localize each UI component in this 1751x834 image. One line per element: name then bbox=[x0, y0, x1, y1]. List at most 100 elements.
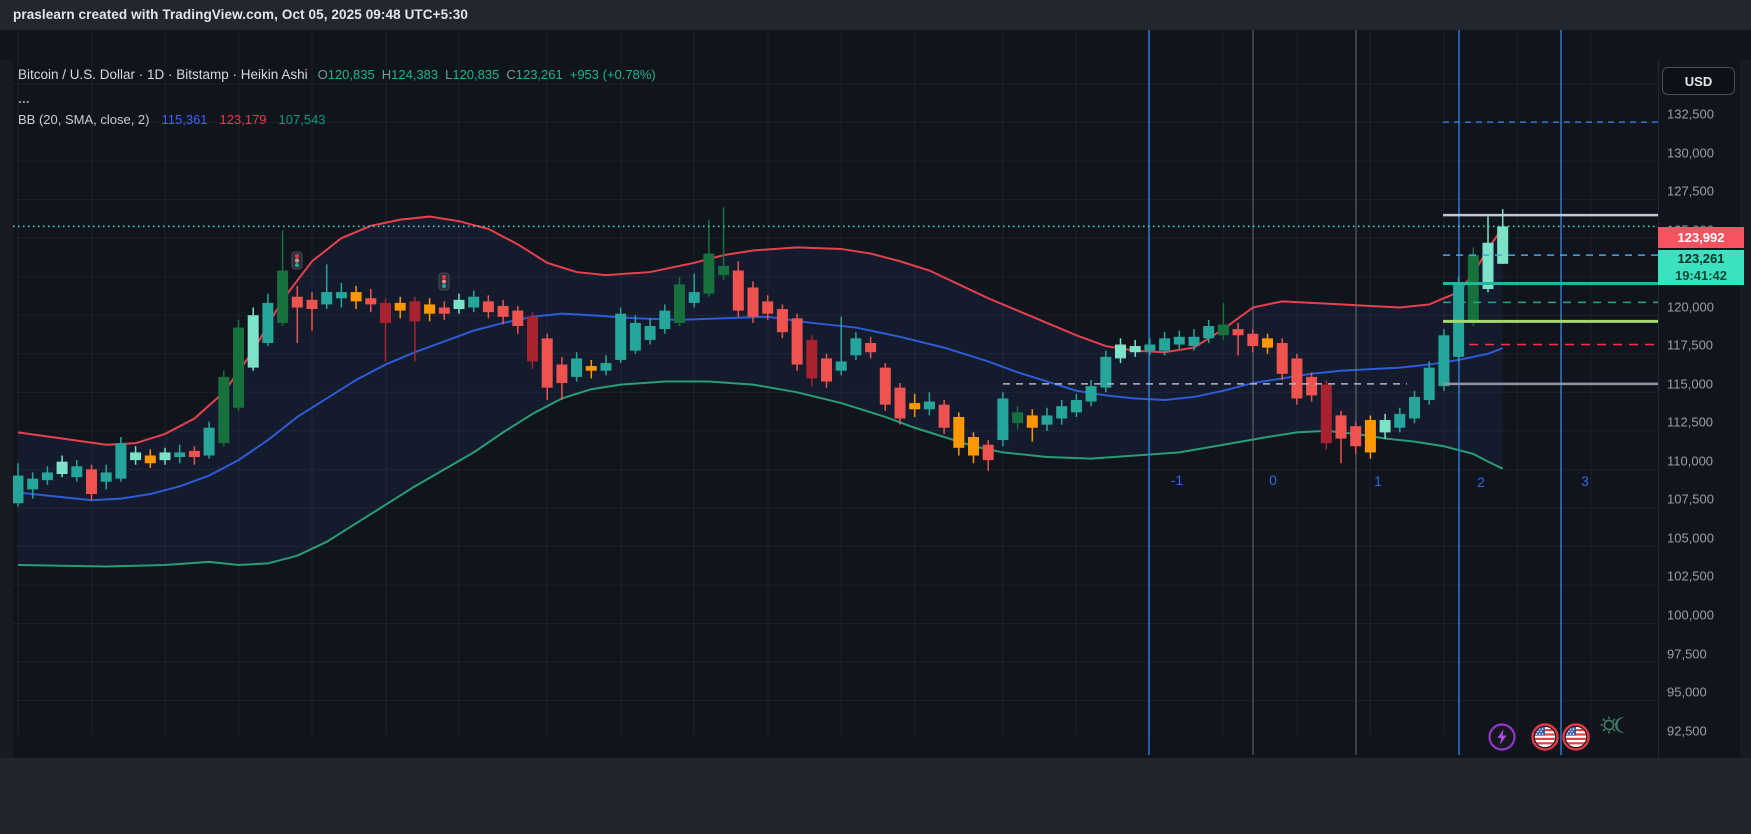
candle-body bbox=[56, 461, 68, 474]
crypto-event-lightning-icon bbox=[1488, 723, 1516, 751]
candle-body bbox=[1085, 386, 1097, 402]
signal-dot-amber bbox=[442, 279, 446, 284]
ohlc-values: O120,835 H124,383 L120,835 C123,261 +953 (+0… bbox=[318, 67, 656, 82]
candle-body bbox=[1320, 384, 1332, 444]
open-value: 120,835 bbox=[327, 67, 375, 82]
candle-body bbox=[821, 358, 832, 382]
candle-body bbox=[12, 475, 24, 504]
price-axis-label: 100,000 bbox=[1667, 607, 1714, 623]
candle-body bbox=[1306, 376, 1318, 396]
candle-body bbox=[615, 313, 627, 360]
bb-upper-value: 123,179 bbox=[219, 111, 267, 127]
projection-number-label[interactable]: 3 bbox=[1581, 473, 1589, 489]
candle-body bbox=[1217, 324, 1229, 336]
candle-body bbox=[982, 444, 994, 461]
candle-body bbox=[1423, 367, 1435, 401]
candle-body bbox=[776, 309, 788, 333]
candle-body bbox=[585, 366, 597, 371]
price-axis-label: 115,000 bbox=[1667, 376, 1714, 392]
candle-body bbox=[277, 270, 289, 323]
candle-body bbox=[71, 466, 83, 478]
attribution-bar: praslearn created with TradingView.com, … bbox=[0, 0, 1751, 30]
candle-body bbox=[1159, 338, 1171, 351]
candle-body bbox=[644, 326, 656, 340]
projection-number-label[interactable]: 1 bbox=[1374, 473, 1382, 489]
candle-body bbox=[1453, 282, 1465, 357]
candle-body bbox=[938, 404, 950, 428]
candle-body bbox=[1115, 344, 1126, 359]
traffic-light-signal-icon[interactable] bbox=[438, 272, 450, 291]
candle-body bbox=[1056, 406, 1068, 419]
bb-indicator-row[interactable]: BB (20, SMA, close, 2) 115,361 123,179 107,… bbox=[18, 113, 656, 126]
attribution-text: praslearn created with TradingView.com, … bbox=[13, 7, 469, 22]
price-tag-last: 123,261 19:41:42 bbox=[1658, 250, 1744, 285]
candle-body bbox=[747, 287, 759, 317]
candle-body bbox=[130, 452, 142, 461]
symbol-title[interactable]: Bitcoin / U.S. Dollar · 1D · Bitstamp · … bbox=[18, 67, 308, 82]
price-tag-alert: 123,992 bbox=[1658, 227, 1744, 248]
price-axis-label: 130,000 bbox=[1667, 145, 1714, 161]
candle-body bbox=[791, 318, 803, 365]
candle-body bbox=[247, 315, 259, 368]
candle-body bbox=[571, 358, 583, 377]
last-price: 123,261 bbox=[1677, 251, 1725, 267]
candle-body bbox=[556, 364, 568, 384]
candle-body bbox=[688, 292, 700, 303]
candle-body bbox=[159, 452, 171, 461]
chart-canvas[interactable] bbox=[0, 30, 1751, 758]
candle-body bbox=[1438, 335, 1450, 387]
price-axis-label: 102,500 bbox=[1667, 568, 1714, 584]
chart-pane[interactable]: Bitcoin / U.S. Dollar · 1D · Bitstamp · … bbox=[0, 30, 1751, 788]
candle-body bbox=[203, 427, 215, 456]
signal-dot-amber bbox=[295, 258, 299, 263]
high-key: H bbox=[381, 67, 392, 82]
candle-body bbox=[144, 455, 156, 464]
price-axis-label: 117,500 bbox=[1667, 337, 1714, 353]
bb-lower-value: 107,543 bbox=[278, 111, 326, 127]
candle-body bbox=[909, 403, 921, 410]
traffic-light-signal-icon[interactable] bbox=[291, 251, 303, 270]
bar-countdown: 19:41:42 bbox=[1674, 267, 1728, 283]
projection-number-label[interactable]: 0 bbox=[1269, 472, 1277, 488]
candle-body bbox=[1350, 426, 1362, 447]
projection-number-label[interactable]: 2 bbox=[1477, 474, 1485, 490]
candle-body bbox=[1232, 329, 1244, 336]
candle-body bbox=[1335, 415, 1347, 439]
footer-bar: TradingView bbox=[0, 758, 1751, 834]
candle-body bbox=[527, 316, 538, 362]
candle-body bbox=[1041, 415, 1053, 425]
price-axis-label: 112,500 bbox=[1667, 414, 1714, 430]
candle-body bbox=[718, 265, 730, 276]
candle-body bbox=[1100, 356, 1112, 388]
candle-body bbox=[115, 443, 127, 479]
candle-body bbox=[1070, 400, 1082, 413]
candle-body bbox=[629, 322, 641, 351]
candle-body bbox=[100, 472, 112, 482]
symbol-legend-row[interactable]: Bitcoin / U.S. Dollar · 1D · Bitstamp · … bbox=[18, 68, 656, 82]
low-value: 120,835 bbox=[452, 67, 500, 82]
legend-more-ellipsis[interactable]: ... bbox=[18, 91, 656, 105]
signal-dot-green bbox=[295, 263, 299, 267]
candle-body bbox=[453, 299, 465, 310]
candle-body bbox=[541, 338, 553, 388]
candle-body bbox=[409, 301, 421, 322]
candle-body bbox=[659, 310, 671, 330]
currency-toggle-button[interactable]: USD bbox=[1662, 67, 1735, 95]
price-axis-label: 95,000 bbox=[1667, 684, 1707, 700]
open-key: O bbox=[317, 67, 328, 82]
tradingview-chart-export: praslearn created with TradingView.com, … bbox=[0, 0, 1751, 834]
price-axis-separator bbox=[1658, 60, 1659, 788]
candle-body bbox=[1497, 226, 1509, 264]
candle-body bbox=[512, 310, 524, 327]
candle-body bbox=[41, 472, 53, 481]
candle-body bbox=[894, 387, 906, 419]
candle-body bbox=[968, 437, 979, 456]
candle-body bbox=[438, 307, 450, 314]
candle-body bbox=[1467, 255, 1479, 323]
price-axis-label: 127,500 bbox=[1667, 183, 1714, 199]
us-flag-event-icon bbox=[1562, 723, 1590, 751]
projection-number-label[interactable]: -1 bbox=[1171, 472, 1183, 488]
bb-indicator-label[interactable]: BB (20, SMA, close, 2) bbox=[18, 112, 150, 127]
legend: Bitcoin / U.S. Dollar · 1D · Bitstamp · … bbox=[18, 68, 656, 126]
candle-body bbox=[953, 416, 965, 448]
